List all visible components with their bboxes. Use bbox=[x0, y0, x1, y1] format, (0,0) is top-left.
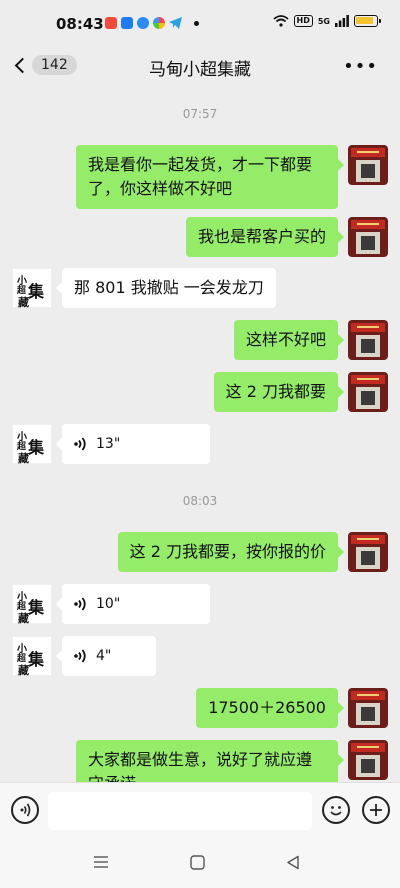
outgoing-message[interactable]: 我也是帮客户买的 bbox=[185, 217, 345, 257]
app-colorful-icon bbox=[153, 17, 165, 29]
battery-icon bbox=[354, 15, 381, 27]
voice-duration: 10" bbox=[96, 596, 121, 612]
system-icons: HD 5G bbox=[272, 15, 381, 27]
back-nav-icon[interactable] bbox=[286, 855, 300, 870]
signal-icon bbox=[335, 15, 349, 27]
voice-mode-icon[interactable] bbox=[11, 796, 39, 824]
outgoing-message[interactable]: 大家都是做生意，说好了就应遵守承诺 bbox=[76, 740, 344, 782]
more-icon[interactable]: ••• bbox=[343, 56, 378, 77]
my-avatar[interactable] bbox=[348, 532, 388, 572]
my-avatar[interactable] bbox=[348, 217, 388, 257]
voice-wave-icon bbox=[74, 597, 86, 611]
telegram-icon bbox=[169, 17, 182, 29]
my-avatar[interactable] bbox=[348, 372, 388, 412]
network-type: 5G bbox=[317, 16, 330, 26]
my-avatar[interactable] bbox=[348, 740, 388, 780]
back-arrow-icon bbox=[14, 57, 31, 73]
my-avatar[interactable] bbox=[348, 688, 388, 728]
contact-avatar[interactable]: 小超集藏 bbox=[12, 268, 52, 308]
chat-header: 马甸小超集藏 142 ••• bbox=[0, 46, 400, 90]
voice-message[interactable]: 4" bbox=[56, 636, 156, 676]
message-list[interactable]: 07:57 我是看你一起发货，才一下都要了，你这样做不好吧 我也是帮客户买的 小… bbox=[0, 90, 400, 782]
timestamp: 08:03 bbox=[182, 494, 218, 508]
voice-duration: 4" bbox=[96, 648, 112, 664]
voice-wave-icon bbox=[74, 649, 86, 663]
timestamp: 07:57 bbox=[182, 107, 218, 121]
outgoing-message[interactable]: 我是看你一起发货，才一下都要了，你这样做不好吧 bbox=[76, 145, 344, 209]
status-time: 08:43 bbox=[56, 15, 104, 33]
incoming-message[interactable]: 那 801 我撤贴 一会发龙刀 bbox=[56, 268, 276, 308]
system-nav-bar bbox=[0, 838, 400, 888]
outgoing-message[interactable]: 这 2 刀我都要 bbox=[213, 372, 345, 412]
notification-icons bbox=[105, 17, 199, 29]
outgoing-message[interactable]: 17500＋26500 bbox=[196, 688, 344, 728]
notification-dot-icon bbox=[194, 20, 199, 26]
message-input[interactable] bbox=[48, 792, 312, 830]
outgoing-message[interactable]: 这 2 刀我都要，按你报的价 bbox=[117, 532, 345, 572]
voice-wave-icon bbox=[74, 437, 86, 451]
unread-count-badge: 142 bbox=[32, 55, 77, 75]
app-shield-icon bbox=[137, 17, 149, 29]
emoji-icon[interactable] bbox=[322, 796, 350, 824]
plus-icon[interactable] bbox=[362, 796, 390, 824]
outgoing-message[interactable]: 这样不好吧 bbox=[233, 320, 345, 360]
contact-avatar[interactable]: 小超集藏 bbox=[12, 636, 52, 676]
back-button[interactable]: 142 bbox=[12, 55, 77, 75]
my-avatar[interactable] bbox=[348, 320, 388, 360]
contact-avatar[interactable]: 小超集藏 bbox=[12, 424, 52, 464]
my-avatar[interactable] bbox=[348, 145, 388, 185]
contact-avatar[interactable]: 小超集藏 bbox=[12, 584, 52, 624]
input-bar bbox=[0, 782, 400, 838]
wifi-icon bbox=[272, 15, 289, 27]
home-icon[interactable] bbox=[190, 855, 205, 870]
app-blue-icon bbox=[121, 17, 133, 29]
voice-message[interactable]: 13" bbox=[56, 424, 210, 464]
status-bar: 08:43 HD 5G bbox=[0, 0, 400, 46]
voice-message[interactable]: 10" bbox=[56, 584, 210, 624]
menu-icon[interactable] bbox=[93, 855, 109, 869]
app-red-icon bbox=[105, 17, 117, 29]
hd-indicator: HD bbox=[293, 15, 313, 27]
voice-duration: 13" bbox=[96, 436, 121, 452]
